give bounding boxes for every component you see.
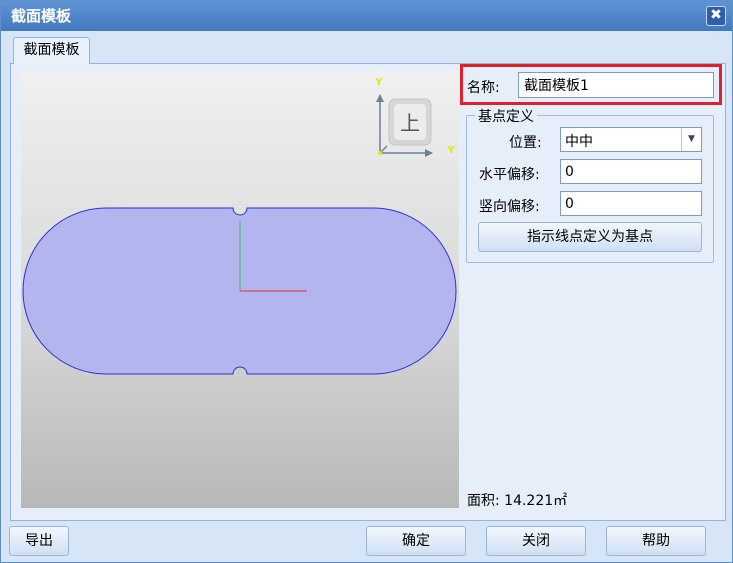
v-offset-input[interactable] bbox=[560, 191, 702, 216]
define-base-point-button[interactable]: 指示线点定义为基点 bbox=[478, 222, 702, 252]
area-label: 面积: bbox=[467, 493, 500, 509]
h-offset-input[interactable] bbox=[560, 159, 702, 184]
close-icon[interactable]: ✖ bbox=[706, 6, 726, 26]
ok-button[interactable]: 确定 bbox=[366, 526, 466, 556]
position-select[interactable]: 中中 ▼ bbox=[560, 127, 702, 152]
name-input[interactable] bbox=[518, 72, 714, 98]
v-offset-label: 竖向偏移: bbox=[479, 199, 540, 215]
view-cube[interactable]: 上 Y Y bbox=[374, 77, 455, 157]
name-label: 名称: bbox=[467, 80, 500, 96]
export-button[interactable]: 导出 bbox=[9, 526, 69, 556]
chevron-down-icon[interactable]: ▼ bbox=[681, 128, 701, 151]
tab-section-template[interactable]: 截面模板 bbox=[13, 37, 90, 64]
dialog-window: 截面模板 ✖ 截面模板 上 Y Y 名称: 截面模板1 基点定义 位置: 中中 … bbox=[0, 0, 733, 563]
close-button[interactable]: 关闭 bbox=[486, 526, 586, 556]
axis-label-top: Y bbox=[374, 77, 383, 88]
area-readout: 面积: 14.221㎡ bbox=[467, 490, 567, 510]
base-point-group-title: 基点定义 bbox=[475, 106, 537, 126]
window-title: 截面模板 bbox=[11, 7, 72, 25]
view-cube-face-label: 上 bbox=[400, 111, 420, 135]
position-select-value: 中中 bbox=[565, 134, 593, 150]
h-offset-label: 水平偏移: bbox=[479, 167, 540, 183]
title-bar[interactable]: 截面模板 bbox=[1, 1, 732, 31]
axis-label-right: Y bbox=[446, 145, 455, 156]
section-preview-viewport[interactable]: 上 Y Y bbox=[21, 71, 459, 508]
help-button[interactable]: 帮助 bbox=[606, 526, 706, 556]
position-label: 位置: bbox=[509, 135, 542, 151]
area-value: 14.221㎡ bbox=[504, 493, 568, 509]
section-preview-canvas: 上 Y Y bbox=[22, 77, 457, 375]
